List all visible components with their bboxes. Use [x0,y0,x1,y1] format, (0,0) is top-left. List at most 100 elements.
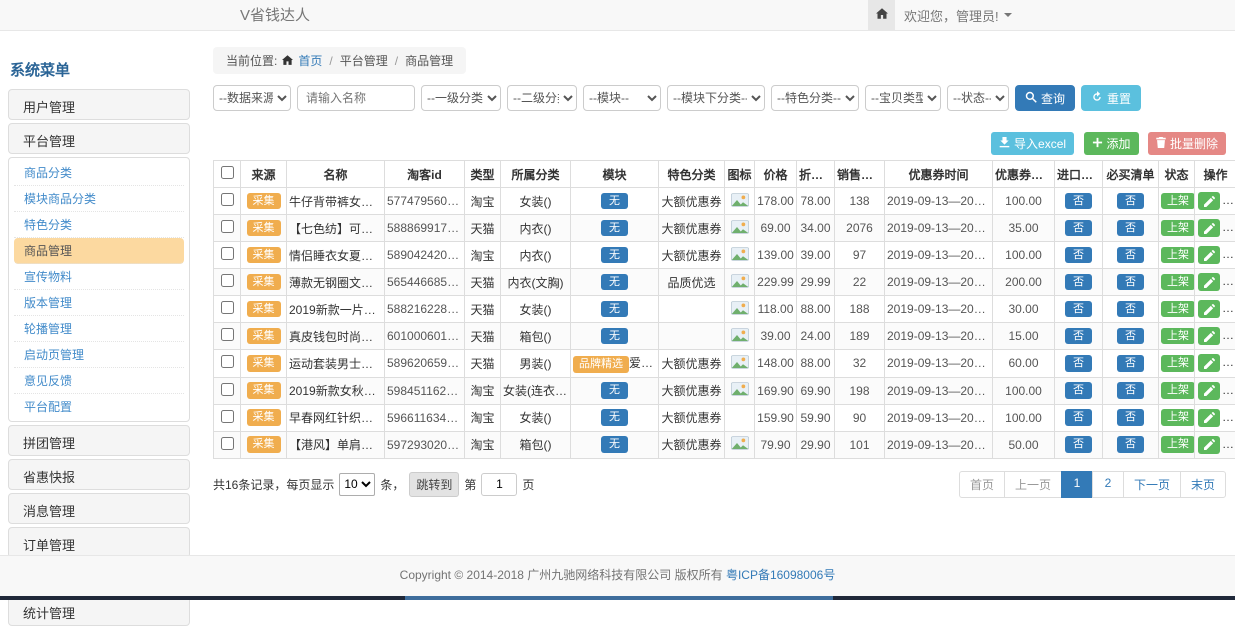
module-sub-category-select[interactable]: --模块下分类-- [667,85,765,111]
product-thumbnail-icon [731,304,749,318]
sidebar-item[interactable]: 模块商品分类 [14,186,184,212]
sidebar-item[interactable]: 意见反馈 [14,368,184,394]
page-button-1[interactable]: 1 [1061,471,1093,498]
imported-flag-button[interactable]: 否 [1065,247,1092,264]
imported-flag-button[interactable]: 否 [1065,193,1092,210]
sidebar-group-5[interactable]: 订单管理 [8,527,190,558]
status-badge[interactable]: 上架 [1161,274,1195,291]
level2-category-select[interactable]: --二级分类-- [507,85,577,111]
edit-button[interactable] [1198,354,1220,372]
select-all-checkbox[interactable] [221,166,234,179]
row-checkbox[interactable] [221,383,234,396]
imported-flag-button[interactable]: 否 [1065,355,1092,372]
status-badge[interactable]: 上架 [1161,301,1195,318]
row-checkbox[interactable] [221,355,234,368]
page-button-首页[interactable]: 首页 [959,471,1005,498]
sidebar-group-0[interactable]: 用户管理 [8,89,190,120]
must-buy-flag-button[interactable]: 否 [1117,382,1144,399]
source-badge: 采集 [247,247,281,264]
edit-button[interactable] [1198,436,1220,454]
must-buy-flag-button[interactable]: 否 [1117,355,1144,372]
imported-flag-button[interactable]: 否 [1065,328,1092,345]
sidebar-item-active[interactable]: 商品管理 [14,238,184,264]
imported-flag-button[interactable]: 否 [1065,274,1092,291]
page-button-上一页[interactable]: 上一页 [1004,471,1062,498]
edit-button[interactable] [1198,246,1220,264]
row-checkbox[interactable] [221,328,234,341]
status-badge[interactable]: 上架 [1161,409,1195,426]
edit-button[interactable] [1198,273,1220,291]
imported-flag-button[interactable]: 否 [1065,301,1092,318]
page-jump-input[interactable] [481,473,517,496]
row-checkbox[interactable] [221,274,234,287]
name-input[interactable] [297,85,415,111]
item-type-select[interactable]: --宝贝类型-- [865,85,941,111]
status-badge[interactable]: 上架 [1161,247,1195,264]
jump-prefix-text: 第 [464,476,476,493]
must-buy-flag-button[interactable]: 否 [1117,436,1144,453]
edit-button[interactable] [1198,327,1220,345]
edit-button[interactable] [1198,409,1220,427]
sidebar-group-1[interactable]: 平台管理 [8,123,190,154]
reset-button[interactable]: 重置 [1081,85,1141,111]
edit-button[interactable] [1198,300,1220,318]
imported-flag-button[interactable]: 否 [1065,436,1092,453]
page-button-2[interactable]: 2 [1092,471,1124,498]
status-cell: 上架 [1159,431,1195,458]
must-buy-flag-button[interactable]: 否 [1117,247,1144,264]
sidebar-item[interactable]: 商品分类 [14,160,184,186]
sidebar-item[interactable]: 启动页管理 [14,342,184,368]
module-select[interactable]: --模块-- [583,85,661,111]
row-checkbox[interactable] [221,437,234,450]
sidebar-group-4[interactable]: 消息管理 [8,493,190,524]
sidebar-item[interactable]: 版本管理 [14,290,184,316]
must-buy-flag-button[interactable]: 否 [1117,193,1144,210]
row-checkbox[interactable] [221,193,234,206]
imported-flag-button[interactable]: 否 [1065,382,1092,399]
sidebar-group-2[interactable]: 拼团管理 [8,425,190,456]
edit-button[interactable] [1198,382,1220,400]
row-checkbox[interactable] [221,301,234,314]
jump-button[interactable]: 跳转到 [409,472,459,497]
imported-flag-button[interactable]: 否 [1065,409,1092,426]
status-badge[interactable]: 上架 [1161,355,1195,372]
status-badge[interactable]: 上架 [1161,220,1195,237]
edit-button[interactable] [1198,192,1220,210]
must-buy-flag-button[interactable]: 否 [1117,274,1144,291]
level1-category-select[interactable]: --一级分类-- [421,85,501,111]
import-excel-button[interactable]: 导入excel [991,132,1074,155]
icp-link[interactable]: 粤ICP备16098006号 [726,568,835,582]
edit-button[interactable] [1198,219,1220,237]
status-select[interactable]: --状态-- [947,85,1009,111]
plus-icon [1092,137,1103,151]
sidebar-item[interactable]: 平台配置 [14,394,184,419]
must-buy-flag-button[interactable]: 否 [1117,301,1144,318]
row-checkbox[interactable] [221,220,234,233]
must-buy-flag-button[interactable]: 否 [1117,409,1144,426]
user-menu[interactable]: 欢迎您，管理员! [904,0,1012,30]
sidebar-item[interactable]: 特色分类 [14,212,184,238]
status-badge[interactable]: 上架 [1161,382,1195,399]
status-badge[interactable]: 上架 [1161,193,1195,210]
breadcrumb-home-link[interactable]: 首页 [298,52,322,69]
sidebar-item[interactable]: 宣传物料 [14,264,184,290]
batch-delete-button[interactable]: 批量删除 [1148,132,1226,155]
add-button[interactable]: 添加 [1084,132,1139,155]
must-buy-flag-button[interactable]: 否 [1117,220,1144,237]
status-badge[interactable]: 上架 [1161,436,1195,453]
sidebar-group-3[interactable]: 省惠快报 [8,459,190,490]
row-checkbox[interactable] [221,247,234,260]
column-header: 必买清单 [1103,161,1159,188]
must-buy-flag-button[interactable]: 否 [1117,328,1144,345]
page-button-末页[interactable]: 末页 [1180,471,1226,498]
imported-flag-button[interactable]: 否 [1065,220,1092,237]
row-checkbox[interactable] [221,410,234,423]
page-size-select[interactable]: 10 [339,473,375,496]
search-button[interactable]: 查询 [1015,85,1075,111]
feature-category-select[interactable]: --特色分类-- [771,85,859,111]
page-button-下一页[interactable]: 下一页 [1123,471,1181,498]
sidebar-item[interactable]: 轮播管理 [14,316,184,342]
navbar-home-button[interactable] [868,0,895,30]
data-source-select[interactable]: --数据来源-- [213,85,291,111]
status-badge[interactable]: 上架 [1161,328,1195,345]
